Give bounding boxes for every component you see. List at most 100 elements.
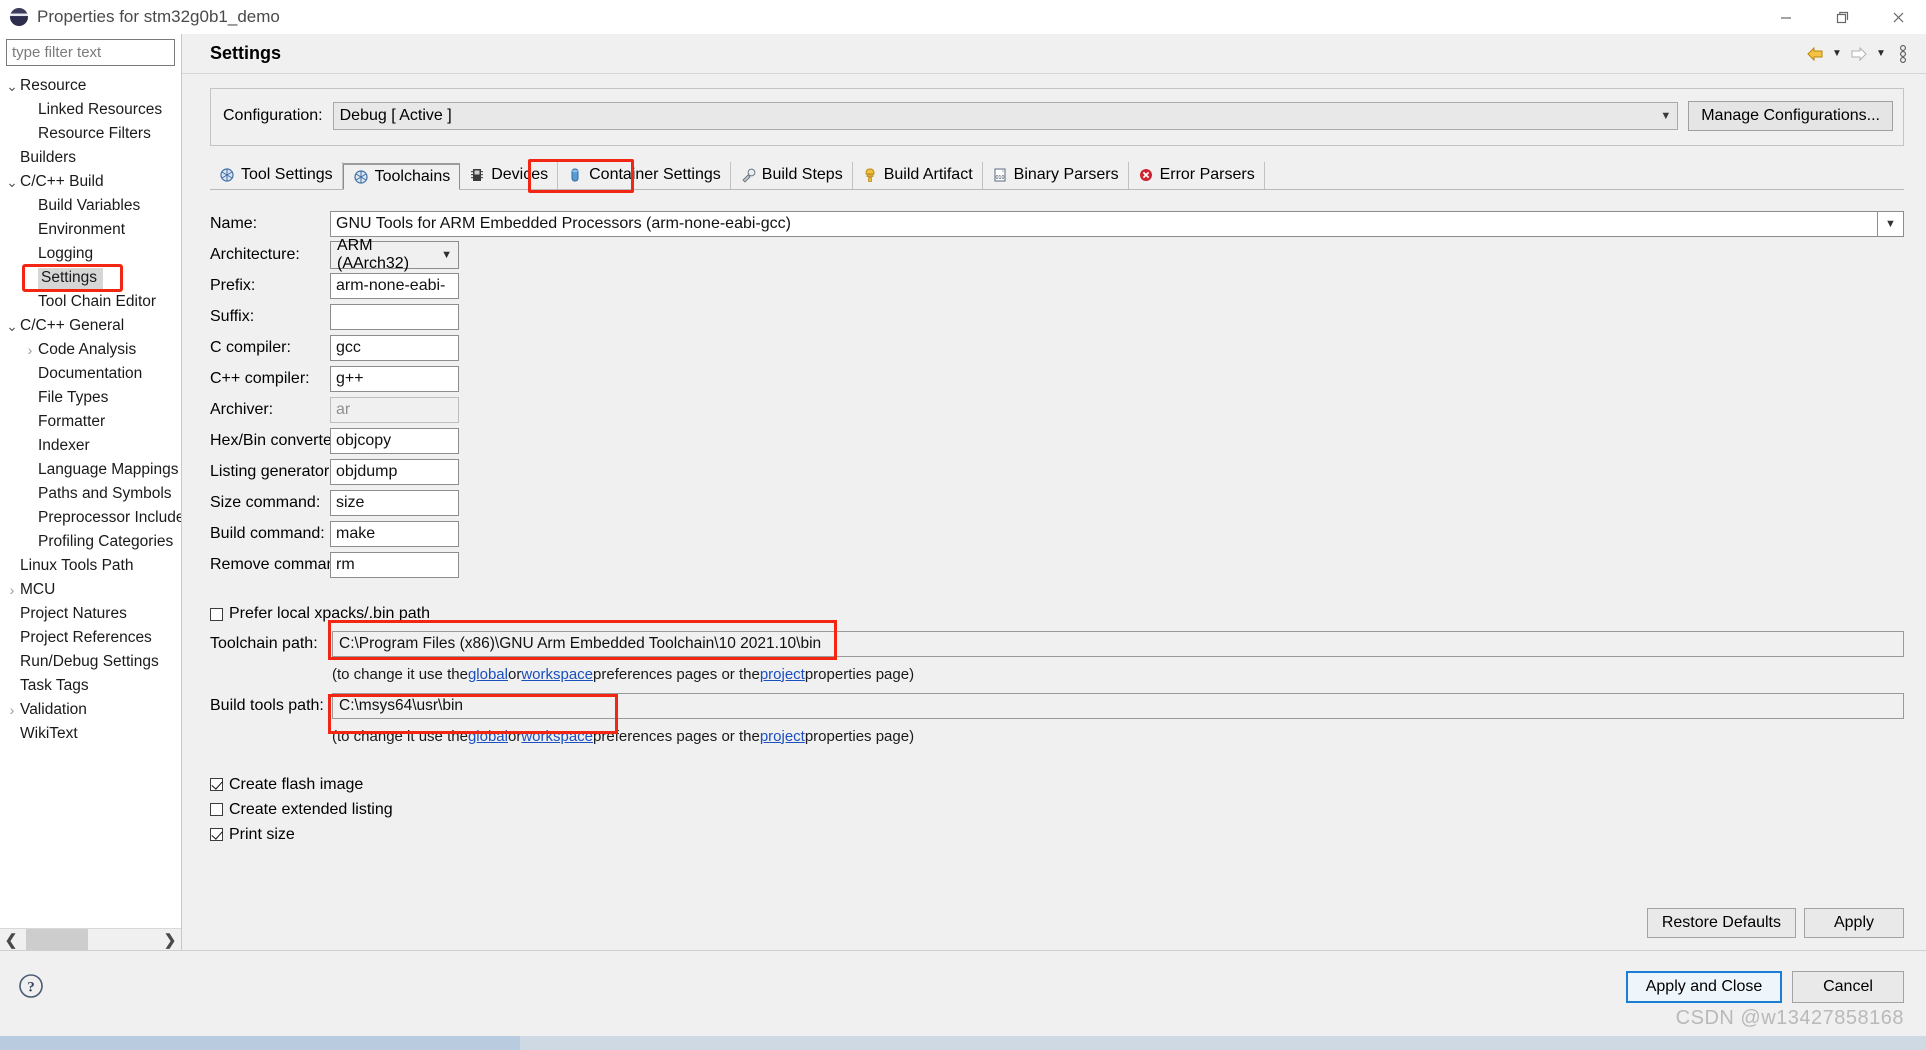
back-dropdown-icon[interactable]: ▼ [1830, 43, 1844, 65]
tree-item-environment[interactable]: Environment [0, 218, 181, 242]
chevron-down-icon[interactable]: ⌄ [4, 317, 20, 335]
tree-item-label: Project References [20, 629, 152, 646]
tree-item-indexer[interactable]: Indexer [0, 434, 181, 458]
tab-build-steps[interactable]: Build Steps [731, 162, 853, 189]
option-row-print-size[interactable]: Print size [210, 822, 1904, 847]
chevron-right-icon[interactable]: › [4, 698, 20, 722]
toolchain-path-input[interactable]: C:\Program Files (x86)\GNU Arm Embedded … [332, 631, 1904, 657]
filter-input[interactable]: type filter text [6, 39, 175, 66]
tree-item-label: Build Variables [38, 197, 141, 214]
scroll-left-icon[interactable]: ❮ [0, 931, 22, 949]
cancel-button[interactable]: Cancel [1792, 971, 1904, 1003]
tree-item-resource-filters[interactable]: Resource Filters [0, 122, 181, 146]
forward-dropdown-icon[interactable]: ▼ [1874, 43, 1888, 65]
tab-build-artifact[interactable]: Build Artifact [853, 162, 983, 189]
chevron-down-icon[interactable]: ⌄ [4, 173, 20, 191]
tree-item-build-variables[interactable]: Build Variables [0, 194, 181, 218]
c-compiler-input[interactable]: gcc [330, 334, 459, 361]
tree-item-mcu[interactable]: › MCU [0, 578, 181, 602]
tree-item-preprocessor-include[interactable]: Preprocessor Include [0, 506, 181, 530]
tree-horizontal-scrollbar[interactable]: ❮ ❯ [0, 928, 181, 951]
global-link[interactable]: global [468, 666, 508, 683]
build-tools-path-input[interactable]: C:\msys64\usr\bin [332, 693, 1904, 719]
tree-item-formatter[interactable]: Formatter [0, 410, 181, 434]
tab-binary-parsers[interactable]: 010 Binary Parsers [983, 162, 1129, 189]
help-icon[interactable]: ? [18, 973, 44, 999]
tree-item-label: Profiling Categories [38, 533, 174, 550]
manage-configurations-button[interactable]: Manage Configurations... [1688, 101, 1893, 131]
tree-item-task-tags[interactable]: Task Tags [0, 674, 181, 698]
name-input[interactable]: GNU Tools for ARM Embedded Processors (a… [330, 210, 1878, 237]
tree-item-settings[interactable]: Settings [0, 266, 181, 290]
tree-item-logging[interactable]: Logging [0, 242, 181, 266]
suffix-input[interactable] [330, 303, 459, 330]
restore-defaults-button[interactable]: Restore Defaults [1646, 908, 1796, 938]
tree-item-validation[interactable]: › Validation [0, 698, 181, 722]
workspace-link[interactable]: workspace [521, 728, 593, 745]
tab-error-parsers[interactable]: Error Parsers [1129, 162, 1265, 189]
listing-input[interactable]: objdump [330, 458, 459, 485]
workspace-link[interactable]: workspace [521, 666, 593, 683]
tree-item-file-types[interactable]: File Types [0, 386, 181, 410]
configuration-value: Debug [ Active ] [339, 107, 452, 124]
project-link[interactable]: project [760, 728, 805, 745]
checkbox[interactable] [210, 828, 223, 841]
project-link[interactable]: project [760, 666, 805, 683]
remove-input[interactable]: rm [330, 551, 459, 578]
tree-item-run-debug-settings[interactable]: Run/Debug Settings [0, 650, 181, 674]
global-link[interactable]: global [468, 728, 508, 745]
checkbox[interactable] [210, 778, 223, 791]
tree-item-paths-and-symbols[interactable]: Paths and Symbols [0, 482, 181, 506]
hexbin-input[interactable]: objcopy [330, 427, 459, 454]
configuration-select[interactable]: Debug [ Active ] ▼ [332, 102, 1679, 130]
size-input[interactable]: size [330, 489, 459, 516]
back-arrow-icon[interactable] [1802, 41, 1828, 67]
tab-toolchains[interactable]: Toolchains [342, 163, 461, 190]
tree-item-profiling-categories[interactable]: Profiling Categories [0, 530, 181, 554]
prefix-input[interactable]: arm-none-eabi- [330, 272, 459, 299]
close-button[interactable] [1870, 0, 1926, 34]
prefer-local-checkbox-row[interactable]: Prefer local xpacks/.bin path [210, 602, 1904, 626]
option-row-create-extended-listing[interactable]: Create extended listing [210, 797, 1904, 822]
tree-item-code-analysis[interactable]: › Code Analysis [0, 338, 181, 362]
maximize-button[interactable] [1814, 0, 1870, 34]
scrollbar-thumb[interactable] [26, 928, 88, 951]
tree-item-linked-resources[interactable]: Linked Resources [0, 98, 181, 122]
settings-tabs[interactable]: Tool Settings Toolchains Devices Container … [210, 159, 1904, 193]
tree-item-project-natures[interactable]: Project Natures [0, 602, 181, 626]
hint-mid2: preferences pages or the [593, 665, 760, 683]
tree-item-c-c-general[interactable]: ⌄ C/C++ General [0, 314, 181, 338]
tab-tool-settings[interactable]: Tool Settings [210, 162, 343, 189]
forward-arrow-icon[interactable] [1846, 41, 1872, 67]
tree-item-project-references[interactable]: Project References [0, 626, 181, 650]
tab-container-settings[interactable]: Container Settings [558, 162, 731, 189]
tree-item-builders[interactable]: Builders [0, 146, 181, 170]
settings-tree[interactable]: ⌄ Resource Linked Resources Resource Filter… [0, 70, 181, 928]
tree-item-wikitext[interactable]: WikiText [0, 722, 181, 746]
chevron-down-icon[interactable]: ⌄ [4, 77, 20, 95]
chevron-right-icon[interactable]: › [22, 338, 38, 362]
view-menu-icon[interactable] [1890, 41, 1916, 67]
option-row-create-flash-image[interactable]: Create flash image [210, 772, 1904, 797]
tree-item-documentation[interactable]: Documentation [0, 362, 181, 386]
scrollbar-track[interactable] [22, 928, 159, 951]
tree-item-c-c-build[interactable]: ⌄ C/C++ Build [0, 170, 181, 194]
tree-item-language-mappings[interactable]: Language Mappings [0, 458, 181, 482]
scroll-right-icon[interactable]: ❯ [159, 931, 181, 949]
chevron-right-icon[interactable]: › [4, 578, 20, 602]
prefer-local-checkbox[interactable] [210, 607, 223, 621]
tab-devices[interactable]: Devices [460, 162, 559, 189]
tree-item-tool-chain-editor[interactable]: Tool Chain Editor [0, 290, 181, 314]
name-dropdown-icon[interactable]: ▼ [1878, 210, 1904, 237]
checkbox[interactable] [210, 803, 223, 816]
apply-and-close-button[interactable]: Apply and Close [1626, 971, 1782, 1003]
eclipse-logo-icon [10, 7, 28, 26]
architecture-select[interactable]: ARM (AArch32) ▼ [330, 237, 459, 272]
minimize-button[interactable] [1758, 0, 1814, 34]
tree-item-resource[interactable]: ⌄ Resource [0, 74, 181, 98]
build-input[interactable]: make [330, 520, 459, 547]
page-title: Settings [210, 43, 282, 63]
cpp-compiler-input[interactable]: g++ [330, 365, 459, 392]
apply-button[interactable]: Apply [1804, 908, 1904, 938]
tree-item-linux-tools-path[interactable]: Linux Tools Path [0, 554, 181, 578]
